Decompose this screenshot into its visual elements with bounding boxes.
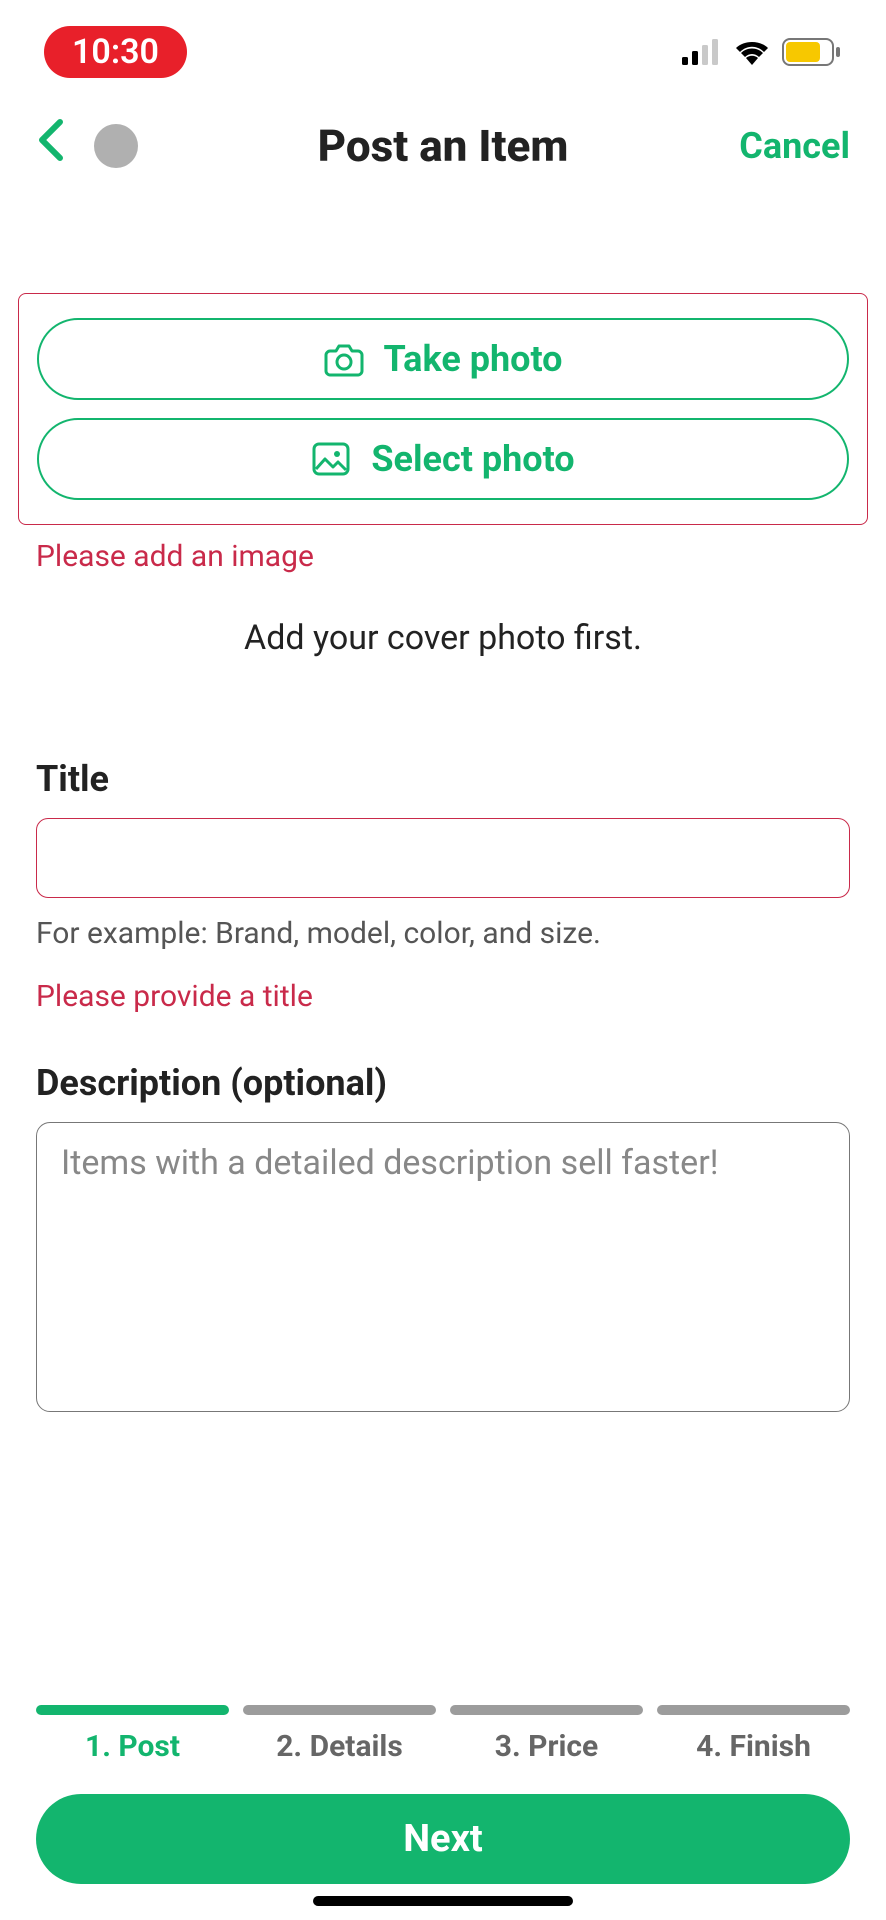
step-bar	[243, 1705, 436, 1715]
back-button[interactable]	[36, 118, 64, 173]
step-finish[interactable]: 4. Finish	[657, 1705, 850, 1764]
step-label: 1. Post	[36, 1729, 229, 1764]
camera-icon	[324, 341, 364, 377]
step-bar	[36, 1705, 229, 1715]
title-section: Title For example: Brand, model, color, …	[36, 758, 850, 1014]
description-textarea[interactable]	[36, 1122, 850, 1412]
title-error-text: Please provide a title	[36, 979, 850, 1014]
cancel-button[interactable]: Cancel	[739, 125, 850, 167]
step-price[interactable]: 3. Price	[450, 1705, 643, 1764]
photo-error-text: Please add an image	[36, 539, 886, 574]
home-indicator[interactable]	[313, 1896, 573, 1906]
title-hint-text: For example: Brand, model, color, and si…	[36, 916, 850, 951]
bottom-bar: 1. Post 2. Details 3. Price 4. Finish Ne…	[0, 1705, 886, 1920]
title-input[interactable]	[36, 818, 850, 898]
page-title: Post an Item	[318, 120, 569, 172]
step-bar	[450, 1705, 643, 1715]
select-photo-button[interactable]: Select photo	[37, 418, 849, 500]
next-button[interactable]: Next	[36, 1794, 850, 1884]
status-right	[682, 38, 842, 66]
battery-icon	[782, 38, 842, 66]
photo-upload-box: Take photo Select photo	[18, 293, 868, 525]
description-label: Description (optional)	[36, 1062, 850, 1104]
status-time: 10:30	[44, 26, 187, 78]
step-label: 2. Details	[243, 1729, 436, 1764]
step-bar	[657, 1705, 850, 1715]
take-photo-button[interactable]: Take photo	[37, 318, 849, 400]
header-avatar-placeholder	[94, 124, 138, 168]
step-label: 4. Finish	[657, 1729, 850, 1764]
step-label: 3. Price	[450, 1729, 643, 1764]
title-label: Title	[36, 758, 850, 800]
image-icon	[311, 441, 351, 477]
description-section: Description (optional)	[36, 1062, 850, 1416]
step-details[interactable]: 2. Details	[243, 1705, 436, 1764]
select-photo-label: Select photo	[371, 438, 574, 480]
step-post[interactable]: 1. Post	[36, 1705, 229, 1764]
photo-hint-text: Add your cover photo first.	[0, 618, 886, 658]
progress-steps: 1. Post 2. Details 3. Price 4. Finish	[36, 1705, 850, 1764]
take-photo-label: Take photo	[384, 338, 563, 380]
cellular-signal-icon	[682, 39, 722, 65]
wifi-icon	[734, 39, 770, 65]
status-bar: 10:30	[0, 0, 886, 90]
header: Post an Item Cancel	[0, 90, 886, 193]
